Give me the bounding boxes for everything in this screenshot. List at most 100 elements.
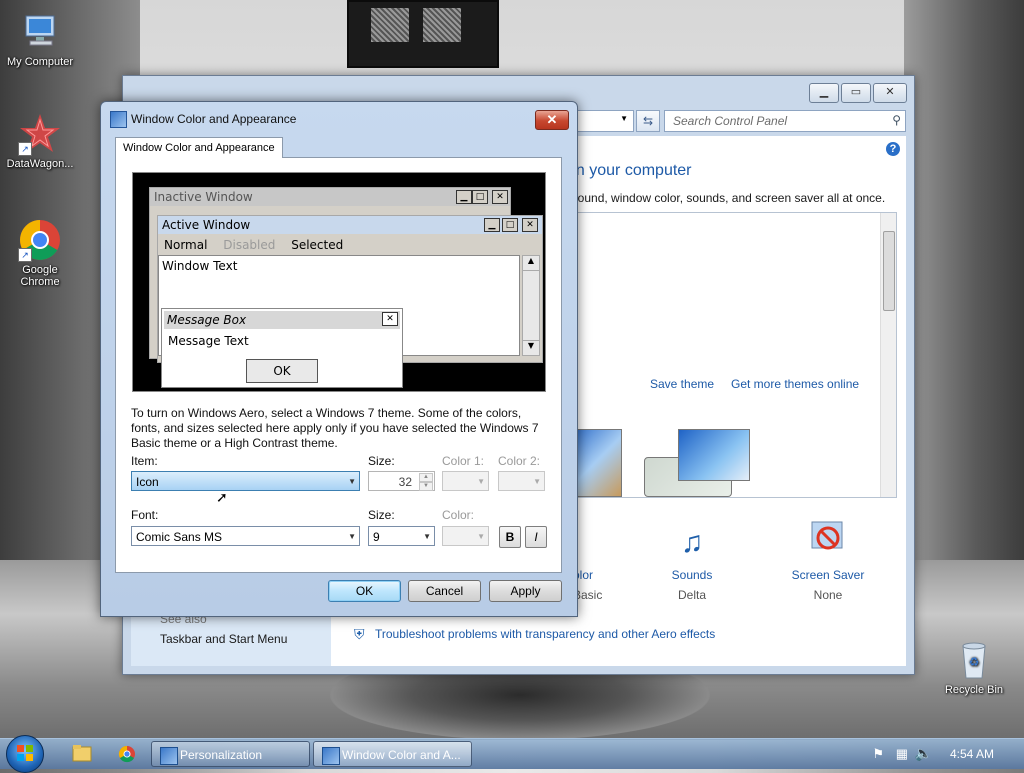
taskbar-start-menu-link[interactable]: Taskbar and Start Menu bbox=[160, 632, 287, 646]
chevron-down-icon: ▼ bbox=[477, 532, 485, 541]
preview-window-text: Window Text bbox=[162, 259, 238, 273]
volume-icon[interactable]: 🔈 bbox=[915, 745, 932, 762]
explorer-taskbar-icon[interactable] bbox=[64, 742, 100, 766]
minimize-button[interactable]: ▁ bbox=[809, 83, 839, 103]
search-input[interactable]: Search Control Panel ⚲ bbox=[664, 110, 906, 132]
shortcut-arrow-icon: ↗ bbox=[18, 142, 32, 156]
maximize-icon: □ bbox=[502, 218, 518, 232]
computer-icon bbox=[18, 10, 62, 54]
italic-button[interactable]: I bbox=[525, 526, 547, 548]
maximize-button[interactable]: ▭ bbox=[841, 83, 871, 103]
chrome-icon: ↗ bbox=[18, 218, 62, 262]
preview-menu: Normal Disabled Selected bbox=[158, 236, 542, 254]
close-icon: ✕ bbox=[492, 190, 508, 204]
theme-list-scrollbar[interactable] bbox=[880, 213, 896, 497]
dialog-title: Window Color and Appearance bbox=[131, 112, 297, 126]
desktop-icon-label: Recycle Bin bbox=[944, 684, 1004, 696]
search-icon[interactable]: ⚲ bbox=[892, 113, 901, 127]
appearance-preview[interactable]: Inactive Window ▁ □ ✕ Active Window ▁ □ … bbox=[132, 172, 546, 392]
apply-button[interactable]: Apply bbox=[489, 580, 562, 602]
tab-panel: Inactive Window ▁ □ ✕ Active Window ▁ □ … bbox=[115, 157, 562, 573]
action-center-icon[interactable]: ⚑ bbox=[872, 746, 884, 762]
window-color-icon bbox=[322, 747, 340, 765]
bold-button[interactable]: B bbox=[499, 526, 521, 548]
close-icon: ✕ bbox=[522, 218, 538, 232]
svg-text:♻: ♻ bbox=[969, 655, 980, 669]
desktop-icon-recycle-bin[interactable]: ♻ Recycle Bin bbox=[934, 638, 1014, 696]
item-size-spinner[interactable]: 32 ▲ ▼ bbox=[368, 471, 435, 491]
preview-menu-normal: Normal bbox=[164, 238, 208, 252]
item-size-label: Size: bbox=[368, 454, 395, 468]
save-theme-link[interactable]: Save theme bbox=[650, 377, 714, 391]
theme-thumbnail[interactable] bbox=[678, 429, 750, 481]
preview-message-text: Message Text bbox=[168, 334, 249, 348]
preview-menu-selected: Selected bbox=[291, 238, 344, 252]
chevron-down-icon: ▼ bbox=[348, 532, 356, 541]
font-size-select[interactable]: 9 ▼ bbox=[368, 526, 435, 546]
datawagon-icon: ↗ bbox=[18, 112, 62, 156]
theme-list[interactable]: Save theme Get more themes online bbox=[567, 212, 897, 498]
preview-scrollbar: ▲ ▼ bbox=[522, 255, 540, 356]
desktop-icon-chrome[interactable]: ↗ Google Chrome bbox=[0, 218, 80, 288]
chevron-down-icon: ▼ bbox=[348, 477, 356, 486]
page-title: on your computer bbox=[567, 162, 692, 179]
color1-label: Color 1: bbox=[442, 454, 485, 468]
cancel-button[interactable]: Cancel bbox=[408, 580, 481, 602]
color1-picker: ▼ bbox=[442, 471, 489, 491]
preview-message-box: Message Box ✕ Message Text OK bbox=[161, 308, 403, 388]
font-size-value: 9 bbox=[373, 530, 380, 544]
chevron-down-icon[interactable]: ▼ bbox=[620, 114, 628, 123]
item-size-value: 32 bbox=[398, 475, 412, 489]
desktop-icon-my-computer[interactable]: My Computer bbox=[0, 10, 80, 68]
item-label: Item: bbox=[131, 454, 158, 468]
chevron-down-icon: ▼ bbox=[477, 477, 485, 486]
wallpaper-tv bbox=[347, 0, 499, 68]
color2-label: Color 2: bbox=[498, 454, 541, 468]
dialog-close-button[interactable]: ✕ bbox=[535, 110, 569, 130]
help-icon[interactable]: ? bbox=[886, 142, 900, 156]
shortcut-arrow-icon: ↗ bbox=[18, 248, 32, 262]
preview-ok-button: OK bbox=[246, 359, 318, 383]
mouse-cursor-icon: ➚ bbox=[216, 489, 228, 505]
color2-picker: ▼ bbox=[498, 471, 545, 491]
desktop-icon-label: DataWagon... bbox=[6, 158, 74, 170]
screen-saver-icon bbox=[773, 518, 883, 568]
close-button[interactable]: ✕ bbox=[873, 83, 907, 103]
get-more-themes-link[interactable]: Get more themes online bbox=[731, 377, 859, 391]
network-icon[interactable]: ▦ bbox=[896, 746, 908, 762]
ok-button[interactable]: OK bbox=[328, 580, 401, 602]
close-icon: ✕ bbox=[382, 312, 398, 326]
desktop-icon-datawagon[interactable]: ↗ DataWagon... bbox=[0, 112, 80, 170]
address-bar[interactable]: ▼ bbox=[572, 110, 634, 132]
page-description: ground, window color, sounds, and screen… bbox=[567, 191, 886, 205]
dialog-tabs: Window Color and Appearance Inactive Win… bbox=[115, 137, 562, 573]
screen-saver-item[interactable]: Screen Saver None bbox=[773, 518, 883, 602]
sounds-item[interactable]: ♫ Sounds Delta bbox=[637, 518, 747, 602]
spin-down-icon[interactable]: ▼ bbox=[419, 482, 433, 491]
font-color-label: Color: bbox=[442, 508, 475, 522]
sounds-icon: ♫ bbox=[680, 526, 704, 559]
item-select-value: Icon bbox=[136, 475, 159, 489]
search-placeholder: Search Control Panel bbox=[673, 114, 788, 128]
font-select[interactable]: Comic Sans MS ▼ bbox=[131, 526, 360, 546]
taskbar-task-window-color[interactable]: Window Color and A... bbox=[313, 741, 472, 767]
spin-up-icon[interactable]: ▲ bbox=[419, 473, 433, 482]
start-button[interactable] bbox=[6, 735, 44, 773]
item-select[interactable]: Icon ▼ bbox=[131, 471, 360, 491]
clock[interactable]: 4:54 AM bbox=[950, 747, 994, 761]
desktop-icon-label: Google Chrome bbox=[20, 264, 60, 288]
chrome-taskbar-icon[interactable] bbox=[109, 742, 145, 766]
shield-icon: ⛨ bbox=[354, 626, 365, 642]
desktop-icon-label: My Computer bbox=[6, 56, 74, 68]
tab-window-color-appearance[interactable]: Window Color and Appearance bbox=[115, 137, 283, 158]
windows-logo-icon bbox=[16, 744, 34, 762]
font-select-value: Comic Sans MS bbox=[136, 530, 223, 544]
preview-message-title: Message Box bbox=[164, 311, 400, 329]
taskbar-task-personalization[interactable]: Personalization bbox=[151, 741, 310, 767]
taskbar: Personalization Window Color and A... ⚑ … bbox=[0, 735, 1024, 773]
troubleshoot-link[interactable]: Troubleshoot problems with transparency … bbox=[375, 627, 715, 641]
font-size-label: Size: bbox=[368, 508, 395, 522]
refresh-button[interactable]: ⇆ bbox=[636, 110, 660, 132]
dialog-window-icon bbox=[110, 111, 127, 128]
scroll-down-icon: ▼ bbox=[523, 340, 539, 355]
